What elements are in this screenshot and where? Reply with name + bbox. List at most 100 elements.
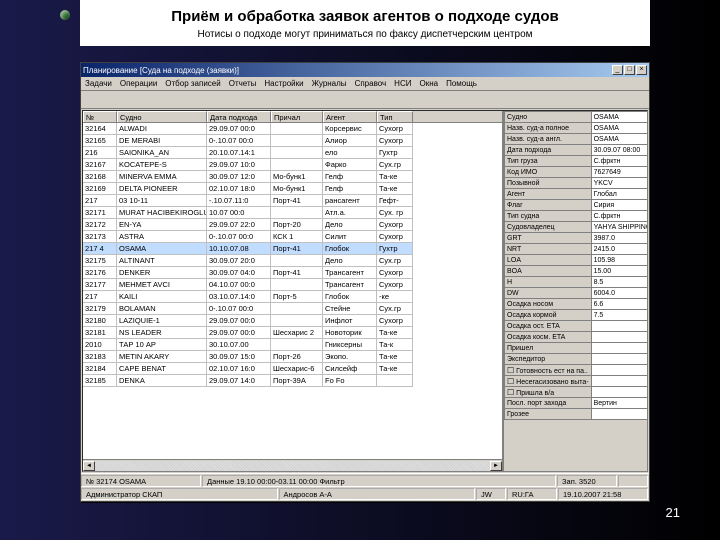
- scroll-left-icon[interactable]: ◄: [83, 461, 95, 471]
- tool-btn-10[interactable]: [610, 92, 628, 107]
- table-row[interactable]: 32168MINERVA EMMA30.09.07 12:0Мо-бунк1Ге…: [83, 171, 502, 183]
- tool-btn-2[interactable]: [102, 92, 120, 107]
- table-row[interactable]: 32180LAZIQUIE-129.09.07 00:0ИнфлотСухогр: [83, 315, 502, 327]
- table-row[interactable]: 217KAILI03.10.07.14:0Порт-5Глобок-ке: [83, 291, 502, 303]
- status-locale: RU:ГА: [507, 488, 557, 500]
- menu-8[interactable]: Окна: [419, 79, 438, 88]
- col-header-2[interactable]: Дата подхода: [207, 111, 271, 122]
- detail-value[interactable]: [591, 343, 647, 354]
- detail-label: Тип груза: [505, 156, 592, 167]
- tool-btn-9[interactable]: [591, 92, 609, 107]
- status-user: Андросов А-А: [279, 488, 476, 500]
- detail-value[interactable]: [591, 387, 647, 398]
- detail-value[interactable]: 7627649: [591, 167, 647, 178]
- detail-value[interactable]: OSAMA: [591, 123, 647, 134]
- details-table: СудноOSAMAНазв. суд-а полноеOSAMAНазв. с…: [504, 111, 647, 420]
- cell: КСК 1: [271, 231, 323, 243]
- detail-value[interactable]: С.фрктн: [591, 211, 647, 222]
- cell: 29.09.07 00:0: [207, 315, 271, 327]
- h-scrollbar[interactable]: ◄ ►: [83, 459, 502, 471]
- col-header-0[interactable]: №: [83, 111, 117, 122]
- scroll-right-icon[interactable]: ►: [490, 461, 502, 471]
- grid[interactable]: №СудноДата подходаПричалАгентТип 32164AL…: [83, 111, 502, 471]
- tool-btn-1[interactable]: [83, 92, 101, 107]
- detail-value[interactable]: Вертин: [591, 398, 647, 409]
- menu-4[interactable]: Настройки: [264, 79, 303, 88]
- detail-value[interactable]: 7.5: [591, 310, 647, 321]
- table-row[interactable]: 32181NS LEADER29.09.07 00:0Шесхарис 2Нов…: [83, 327, 502, 339]
- detail-value[interactable]: [591, 354, 647, 365]
- detail-value[interactable]: Глобал: [591, 189, 647, 200]
- detail-value[interactable]: OSAMA: [591, 112, 647, 123]
- menu-2[interactable]: Отбор записей: [165, 79, 220, 88]
- scroll-track[interactable]: [95, 461, 490, 471]
- detail-value[interactable]: 6004.0: [591, 288, 647, 299]
- slide-title: Приём и обработка заявок агентов о подхо…: [80, 0, 650, 27]
- table-row[interactable]: 32185DENKA29.09.07 14:0Порт-39АFo Fo: [83, 375, 502, 387]
- detail-value[interactable]: С.фрктн: [591, 156, 647, 167]
- tool-btn-7[interactable]: [553, 92, 571, 107]
- table-row[interactable]: 216SAIONIKA_AN20.10.07.14:1елоГухтр: [83, 147, 502, 159]
- menu-6[interactable]: Справоч: [355, 79, 387, 88]
- table-row[interactable]: 32167KOCATEPE-S29.09.07 10:0ФаркоСух.гр: [83, 159, 502, 171]
- cell: 217: [83, 291, 117, 303]
- detail-value[interactable]: 15.00: [591, 266, 647, 277]
- detail-value[interactable]: 6.6: [591, 299, 647, 310]
- table-row[interactable]: 32173ASTRA0-.10.07 00:0КСК 1СилитСухогр: [83, 231, 502, 243]
- menu-9[interactable]: Помощь: [446, 79, 477, 88]
- detail-value[interactable]: 8.5: [591, 277, 647, 288]
- detail-value[interactable]: [591, 376, 647, 387]
- detail-value[interactable]: [591, 321, 647, 332]
- table-row[interactable]: 32177MEHMET AVCI04.10.07 00:0ТрансагентС…: [83, 279, 502, 291]
- detail-value[interactable]: 2415.0: [591, 244, 647, 255]
- menu-3[interactable]: Отчеты: [229, 79, 257, 88]
- close-button[interactable]: ×: [636, 65, 647, 75]
- col-header-3[interactable]: Причал: [271, 111, 323, 122]
- table-row[interactable]: 32184CAPE BENAT02.10.07 16:0Шесхарис-6Си…: [83, 363, 502, 375]
- tool-btn-4[interactable]: [140, 92, 158, 107]
- table-row[interactable]: 21703 10-11-.10.07.11:0Порт-41рансагентГ…: [83, 195, 502, 207]
- table-row[interactable]: 32165DE MERABI0-.10.07 00:0АлиорСухогр: [83, 135, 502, 147]
- table-row[interactable]: 32164ALWADI29.09.07 00:0КорсервисСухогр: [83, 123, 502, 135]
- col-header-4[interactable]: Агент: [323, 111, 377, 122]
- grid-body[interactable]: 32164ALWADI29.09.07 00:0КорсервисСухогр3…: [83, 123, 502, 459]
- cell: [271, 315, 323, 327]
- table-row[interactable]: 2010ТАР 10 АР30.10.07.00ГниксерныТа-к: [83, 339, 502, 351]
- detail-value[interactable]: 105.98: [591, 255, 647, 266]
- detail-value[interactable]: YKCV: [591, 178, 647, 189]
- detail-value[interactable]: [591, 409, 647, 420]
- detail-value[interactable]: YAHYA SHIPPING: [591, 222, 647, 233]
- minimize-button[interactable]: _: [612, 65, 623, 75]
- cell: 2010: [83, 339, 117, 351]
- tool-btn-8[interactable]: [572, 92, 590, 107]
- detail-value[interactable]: [591, 332, 647, 343]
- cell: Гефт-: [377, 195, 413, 207]
- menu-5[interactable]: Журналы: [312, 79, 347, 88]
- table-row[interactable]: 32179BOLAMAN0-.10.07 00:0СтейнеСух.гр: [83, 303, 502, 315]
- tool-btn-5[interactable]: [159, 92, 177, 107]
- detail-value[interactable]: Сирия: [591, 200, 647, 211]
- col-header-1[interactable]: Судно: [117, 111, 207, 122]
- table-row[interactable]: 32171MURAT HACIBEKIROGLU210.07 00:0Атл.а…: [83, 207, 502, 219]
- table-row[interactable]: 32176DENKER30.09.07 04:0Порт-41Трансаген…: [83, 267, 502, 279]
- cell: Шесхарис-6: [271, 363, 323, 375]
- table-row[interactable]: 32183METIN AKARY30.09.07 15:0Порт-26Экоп…: [83, 351, 502, 363]
- detail-value[interactable]: [591, 365, 647, 376]
- detail-value[interactable]: OSAMA: [591, 134, 647, 145]
- tool-btn-11[interactable]: [629, 92, 647, 107]
- tool-btn-3[interactable]: [121, 92, 139, 107]
- table-row[interactable]: 32172EN-YA29.09.07 22:0Порт-20ДелоСухогр: [83, 219, 502, 231]
- table-row[interactable]: 32175ALTINANT30.09.07 20:0ДелоСух.гр: [83, 255, 502, 267]
- menu-7[interactable]: НСИ: [394, 79, 411, 88]
- tool-btn-6[interactable]: [534, 92, 552, 107]
- table-row[interactable]: 217 4OSAMA10.10.07.08Порт-41ГлобокГухтр: [83, 243, 502, 255]
- menu-1[interactable]: Операции: [120, 79, 157, 88]
- table-row[interactable]: 32169DELTA PIONEER02.10.07 18:0Мо-бунк1Г…: [83, 183, 502, 195]
- detail-value[interactable]: 30.09.07 08:00: [591, 145, 647, 156]
- maximize-button[interactable]: □: [624, 65, 635, 75]
- cell: Силит: [323, 231, 377, 243]
- menu-0[interactable]: Задачи: [85, 79, 112, 88]
- col-header-5[interactable]: Тип: [377, 111, 413, 122]
- detail-label: Код ИМО: [505, 167, 592, 178]
- detail-value[interactable]: 3987.0: [591, 233, 647, 244]
